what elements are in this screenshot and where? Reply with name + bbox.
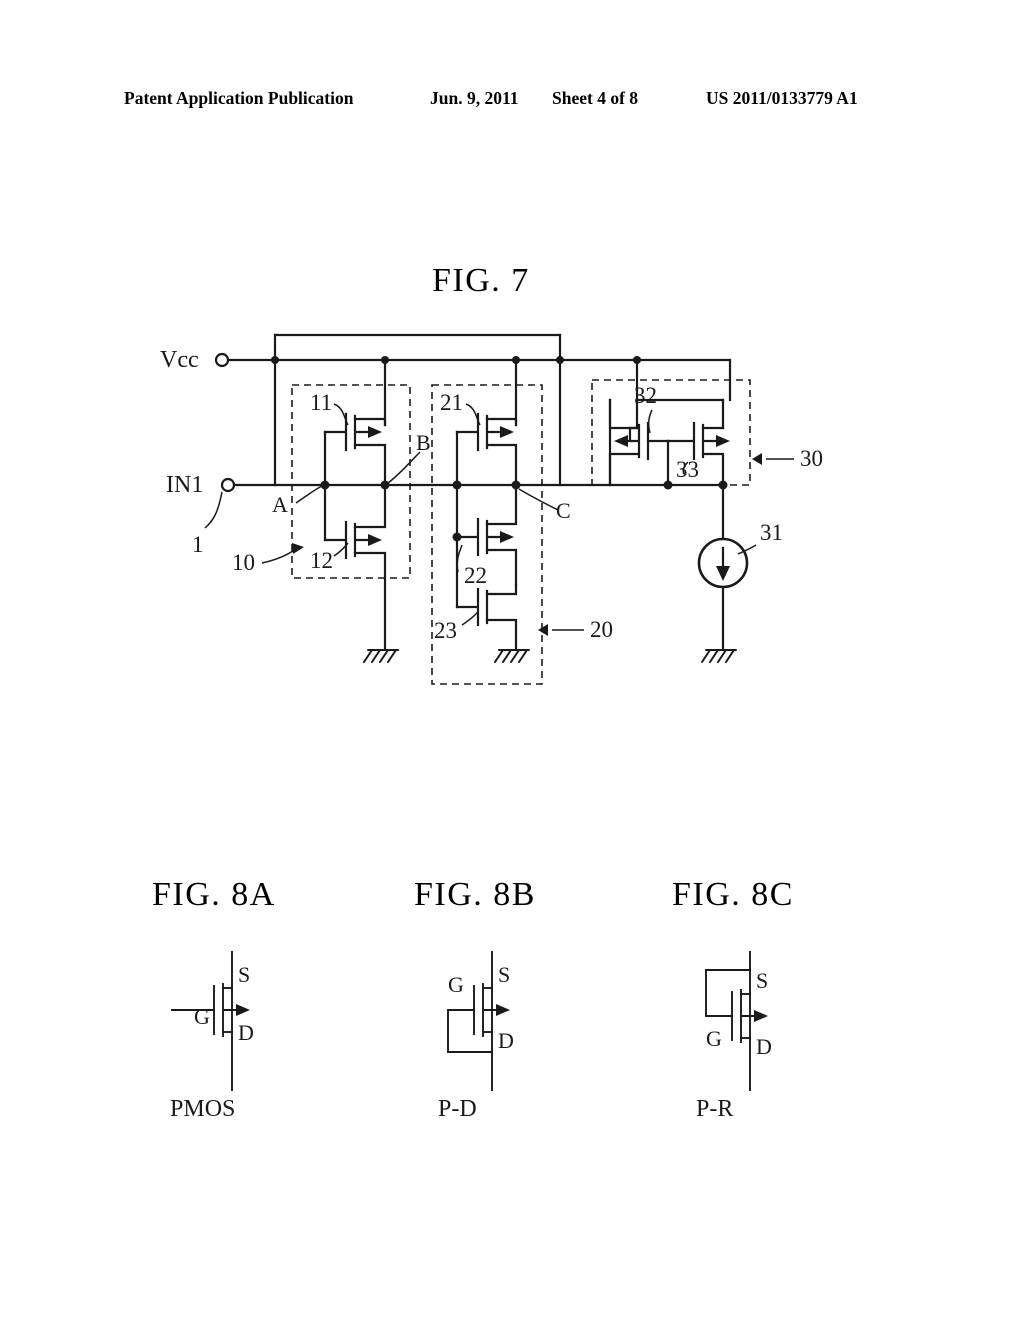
tr11-drain-stub [353, 443, 387, 487]
fig8a-symbol: G S D PMOS [170, 951, 254, 1122]
junction-dot [663, 480, 673, 490]
tr21-arrow [500, 426, 514, 438]
tr11-ref-label: 11 [310, 390, 332, 415]
input-ref-label: 1 [192, 532, 204, 557]
tr23-source-stub [485, 618, 518, 650]
tr11-arrow [368, 426, 382, 438]
block10-ref-arrow [292, 543, 304, 554]
node-a-leader [295, 485, 323, 504]
pr-arrow [754, 1010, 768, 1022]
tr12-arrow [368, 534, 382, 546]
fig8c-symbol: G S D P-R [696, 951, 772, 1122]
tr32-ref-label: 32 [634, 383, 657, 408]
fig8b-title: FIG. 8B [414, 876, 536, 913]
tr33-arrow [716, 435, 730, 447]
tr32-top-tie [608, 398, 639, 430]
tr23-drain-stub [485, 583, 518, 596]
tr32-drain-stub [608, 452, 639, 487]
patent-page: Patent Application Publication Jun. 9, 2… [0, 0, 1024, 1320]
ground-symbol-block20 [494, 649, 530, 663]
junction-dot [381, 356, 389, 364]
tr21-source-stub [485, 417, 518, 427]
node-c-label: C [556, 498, 571, 523]
pr-source-label: S [756, 968, 768, 993]
tr12-ref-label: 12 [310, 548, 333, 573]
pmos-arrow [236, 1004, 250, 1016]
tr22-source-stub [485, 548, 518, 587]
node-a-dot [320, 480, 330, 490]
pd-drain-label: D [498, 1028, 514, 1053]
node-c-leader [518, 488, 559, 511]
pr-drain-label: D [756, 1034, 772, 1059]
pd-gate-label: G [448, 972, 464, 997]
block-30-boundary [591, 379, 751, 486]
fig7-schematic: Vcc IN1 1 A B 11 12 10 21 22 23 C 20 32 … [160, 333, 823, 685]
tr22-ref-label: 22 [464, 563, 487, 588]
node-b-leader [387, 451, 421, 484]
vcc-terminal [214, 352, 230, 368]
tr22-arrow [500, 531, 514, 543]
tr22-drain-stub [485, 483, 518, 526]
node-a-label: A [272, 492, 288, 517]
block20-ref-label: 20 [590, 617, 613, 642]
pd-arrow [496, 1004, 510, 1016]
junction-dot [271, 356, 279, 364]
tr21-ref-label: 21 [440, 390, 463, 415]
input-ref-leader [204, 491, 223, 529]
ground-symbol-block10 [363, 649, 399, 663]
tr32-arrow [614, 435, 628, 447]
block10-ref-leader [261, 548, 297, 564]
node-b-label: B [416, 430, 431, 455]
tr23-ref-label: 23 [434, 618, 457, 643]
in1-terminal [220, 477, 236, 493]
pr-gate-to-source-wire [705, 969, 751, 1017]
block10-ref-label: 10 [232, 550, 255, 575]
pr-caption: P-R [696, 1096, 733, 1122]
node-b-dot [380, 480, 390, 490]
pd-gate-to-drain-wire [447, 1009, 493, 1053]
ground-symbol-cs31 [701, 649, 737, 663]
tr32-ref-leader [647, 409, 653, 434]
fig8a-title: FIG. 8A [152, 876, 276, 913]
tr33-ref-label: 33 [676, 457, 699, 482]
block30-ref-arrow [752, 453, 762, 465]
tr12-source-stub [353, 551, 387, 650]
junction-dot [512, 356, 520, 364]
pd-caption: P-D [438, 1096, 477, 1122]
junction-dot [556, 356, 564, 364]
tr33-drain-stub [701, 452, 725, 487]
pmos-gate-label: G [194, 1004, 210, 1029]
in1-label: IN1 [166, 472, 203, 498]
pmos-caption: PMOS [170, 1096, 235, 1122]
fig8b-symbol: G S D P-D [438, 951, 514, 1122]
cs31-ref-label: 31 [760, 520, 783, 545]
tr21-drain-stub [485, 443, 518, 487]
pr-gate-label: G [706, 1026, 722, 1051]
block20-ref-arrow [538, 624, 548, 636]
tr12-drain-stub [353, 483, 387, 529]
pmos-drain-label: D [238, 1020, 254, 1045]
block30-ref-label: 30 [800, 446, 823, 471]
tr23-ref-leader [461, 611, 479, 626]
tr11-source-stub [353, 417, 387, 427]
junction-dot [633, 356, 641, 364]
pmos-source-label: S [238, 962, 250, 987]
fig8c-title: FIG. 8C [672, 876, 794, 913]
pd-source-label: S [498, 962, 510, 987]
vcc-label: Vcc [160, 347, 199, 373]
